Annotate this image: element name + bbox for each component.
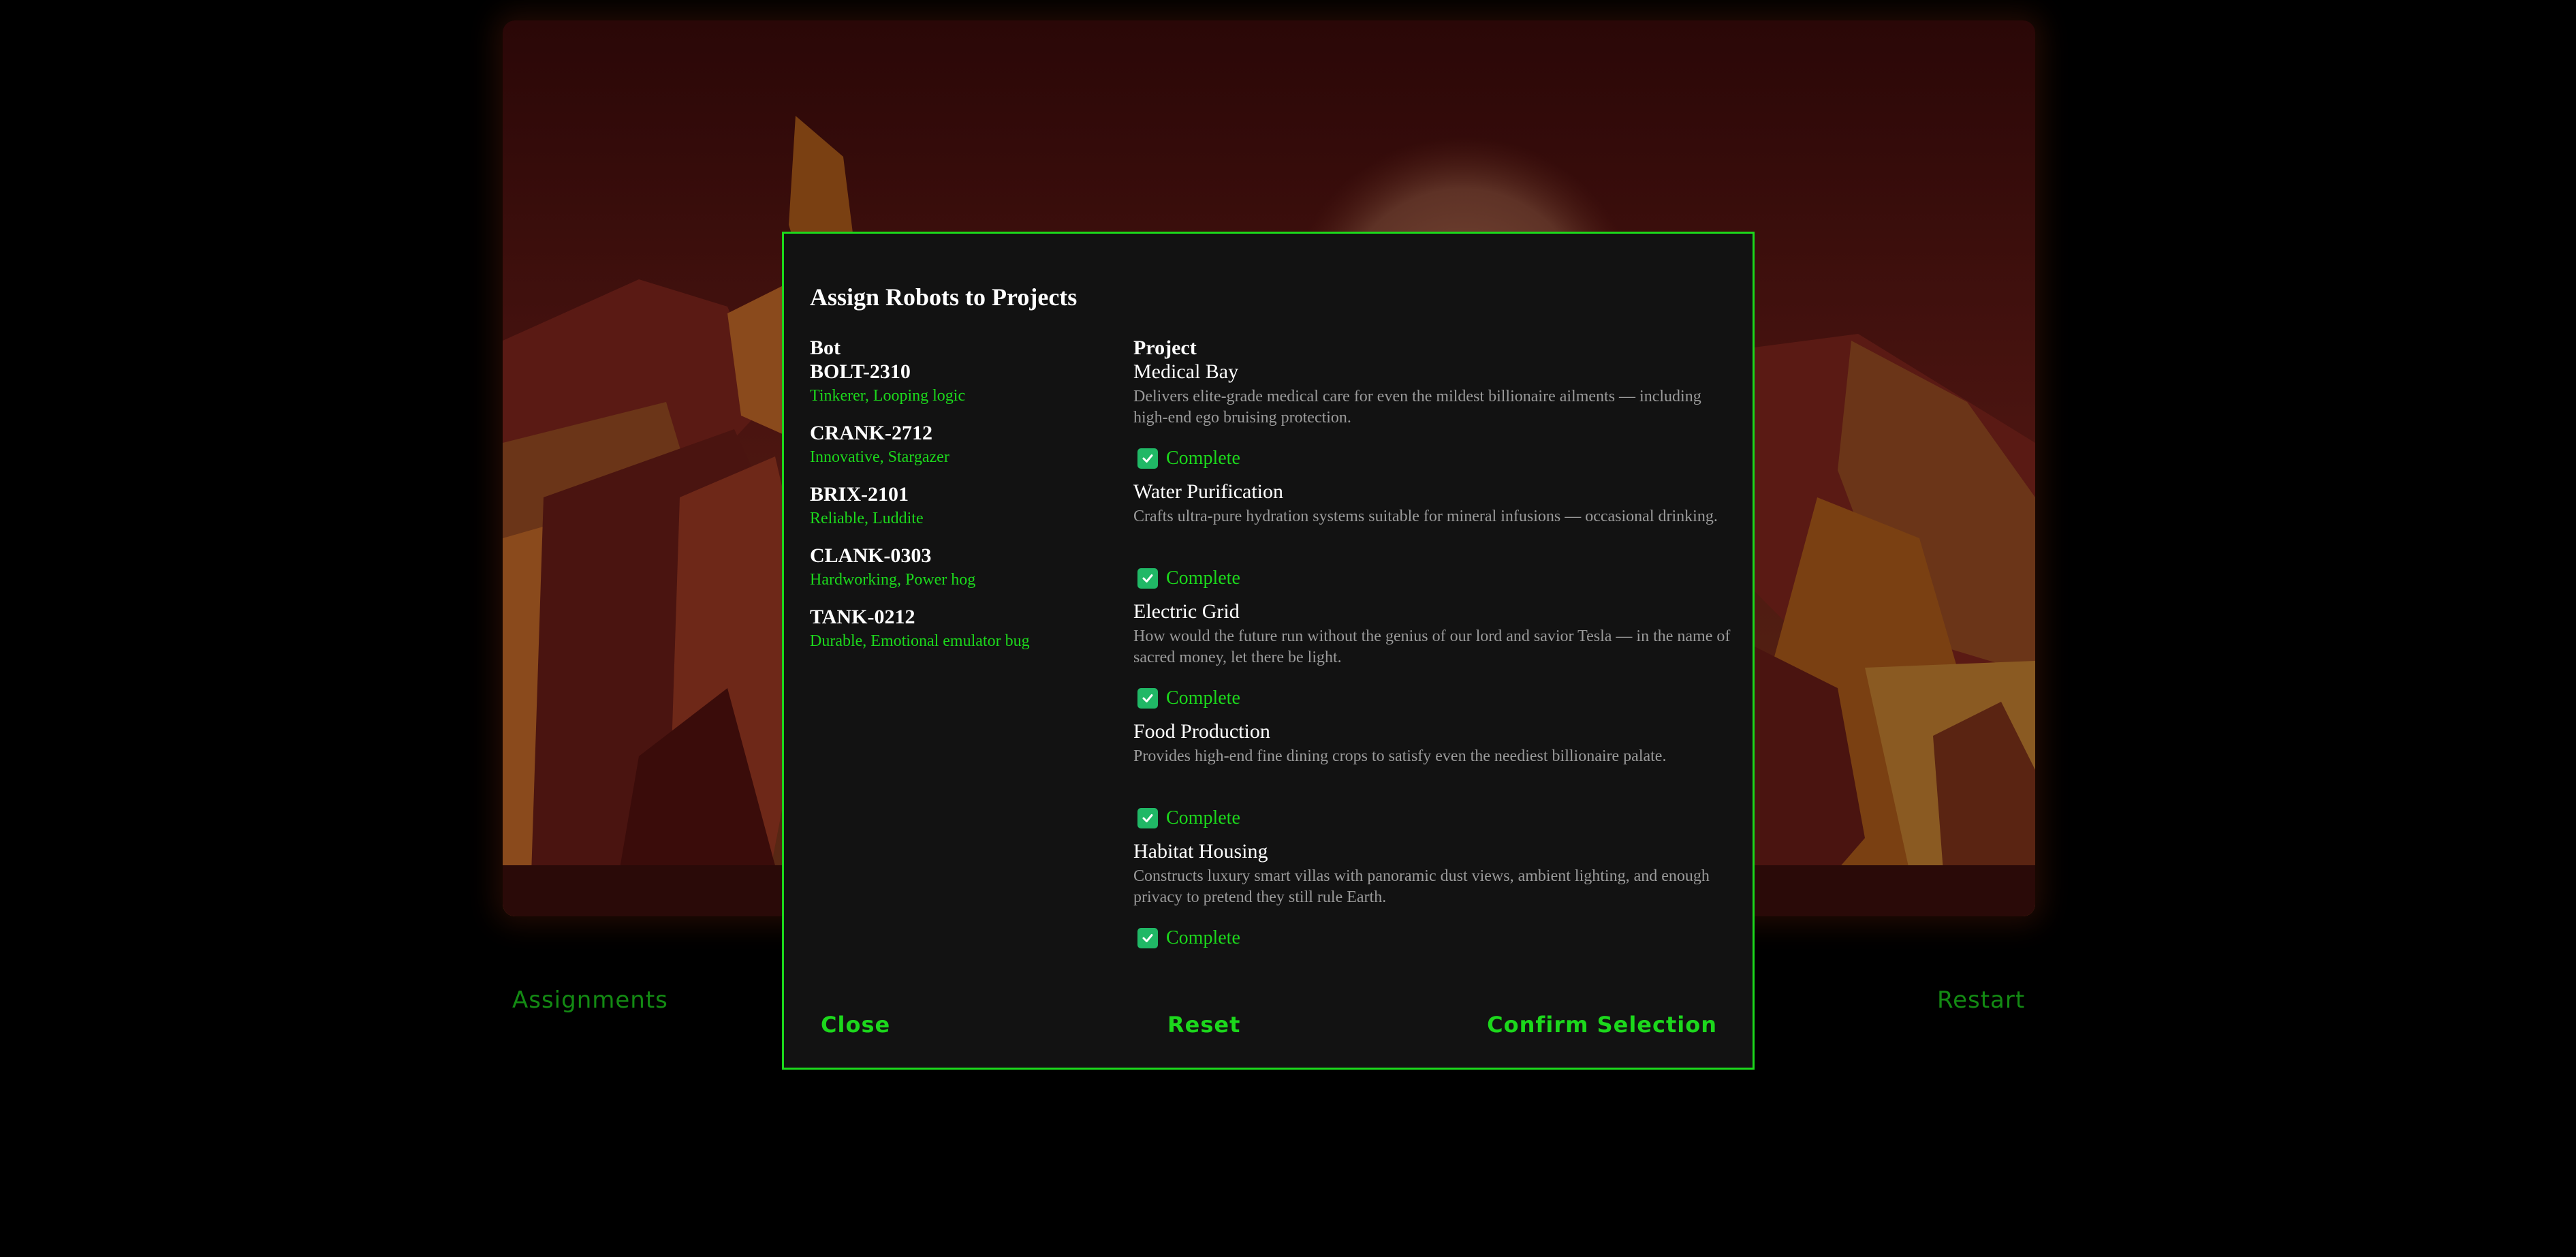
project-item[interactable]: Electric Grid How would the future run w… bbox=[1133, 600, 1733, 712]
projects-column-header: Project bbox=[1133, 337, 1197, 359]
bots-column-header: Bot bbox=[810, 337, 841, 359]
complete-label: Complete bbox=[1166, 687, 1240, 709]
checkbox-checked-icon[interactable] bbox=[1137, 448, 1158, 469]
projects-column: Project Medical Bay Delivers elite-grade… bbox=[1133, 336, 1733, 960]
checkbox-checked-icon[interactable] bbox=[1137, 688, 1158, 709]
complete-checkbox-row[interactable]: Complete bbox=[1133, 925, 1733, 952]
complete-checkbox-row[interactable]: Complete bbox=[1133, 565, 1733, 592]
bots-column: Bot BOLT-2310 Tinkerer, Looping logic CR… bbox=[810, 336, 1096, 667]
dialog-title: Assign Robots to Projects bbox=[810, 283, 1078, 311]
complete-label: Complete bbox=[1166, 448, 1240, 469]
project-description: Crafts ultra-pure hydration systems suit… bbox=[1133, 508, 1718, 525]
complete-label: Complete bbox=[1166, 807, 1240, 828]
project-item[interactable]: Medical Bay Delivers elite-grade medical… bbox=[1133, 360, 1733, 472]
project-item[interactable]: Water Purification Crafts ultra-pure hyd… bbox=[1133, 480, 1733, 592]
bot-name: CRANK-2712 bbox=[810, 422, 932, 444]
bot-item[interactable]: TANK-0212 Durable, Emotional emulator bu… bbox=[810, 606, 1096, 653]
checkbox-checked-icon[interactable] bbox=[1137, 928, 1158, 948]
bot-traits: Innovative, Stargazer bbox=[810, 448, 949, 466]
bot-traits: Tinkerer, Looping logic bbox=[810, 387, 966, 405]
project-name: Water Purification bbox=[1133, 480, 1284, 503]
bot-name: TANK-0212 bbox=[810, 606, 915, 628]
project-item[interactable]: Habitat Housing Constructs luxury smart … bbox=[1133, 840, 1733, 952]
project-name: Habitat Housing bbox=[1133, 840, 1268, 863]
checkbox-checked-icon[interactable] bbox=[1137, 808, 1158, 828]
bot-traits: Durable, Emotional emulator bug bbox=[810, 632, 1030, 650]
project-description: Constructs luxury smart villas with pano… bbox=[1133, 867, 1710, 906]
checkbox-checked-icon[interactable] bbox=[1137, 568, 1158, 589]
project-description: Provides high-end fine dining crops to s… bbox=[1133, 747, 1667, 765]
complete-checkbox-row[interactable]: Complete bbox=[1133, 685, 1733, 712]
bot-name: BOLT-2310 bbox=[810, 360, 911, 383]
complete-checkbox-row[interactable]: Complete bbox=[1133, 805, 1733, 832]
project-name: Food Production bbox=[1133, 720, 1270, 743]
game-screen: Assignments Restart Assign Robots to Pro… bbox=[0, 0, 2576, 1257]
bot-item[interactable]: CRANK-2712 Innovative, Stargazer bbox=[810, 422, 1096, 469]
complete-label: Complete bbox=[1166, 927, 1240, 948]
bot-traits: Reliable, Luddite bbox=[810, 510, 924, 527]
project-name: Medical Bay bbox=[1133, 360, 1239, 383]
bot-name: BRIX-2101 bbox=[810, 483, 909, 506]
bot-traits: Hardworking, Power hog bbox=[810, 571, 976, 589]
bot-item[interactable]: BOLT-2310 Tinkerer, Looping logic bbox=[810, 360, 1096, 408]
bot-item[interactable]: BRIX-2101 Reliable, Luddite bbox=[810, 483, 1096, 531]
confirm-selection-button[interactable]: Confirm Selection bbox=[1487, 1012, 1717, 1038]
project-name: Electric Grid bbox=[1133, 600, 1240, 623]
reset-button[interactable]: Reset bbox=[1167, 1012, 1240, 1038]
assign-robots-dialog: Assign Robots to Projects Bot BOLT-2310 … bbox=[782, 232, 1755, 1070]
project-description: Delivers elite-grade medical care for ev… bbox=[1133, 388, 1701, 426]
restart-button[interactable]: Restart bbox=[1937, 987, 2025, 1014]
complete-label: Complete bbox=[1166, 568, 1240, 589]
complete-checkbox-row[interactable]: Complete bbox=[1133, 445, 1733, 472]
bot-item[interactable]: CLANK-0303 Hardworking, Power hog bbox=[810, 544, 1096, 592]
project-item[interactable]: Food Production Provides high-end fine d… bbox=[1133, 720, 1733, 832]
bot-name: CLANK-0303 bbox=[810, 544, 932, 567]
assignments-button[interactable]: Assignments bbox=[512, 987, 668, 1014]
close-button[interactable]: Close bbox=[821, 1012, 890, 1038]
project-description: How would the future run without the gen… bbox=[1133, 627, 1731, 666]
